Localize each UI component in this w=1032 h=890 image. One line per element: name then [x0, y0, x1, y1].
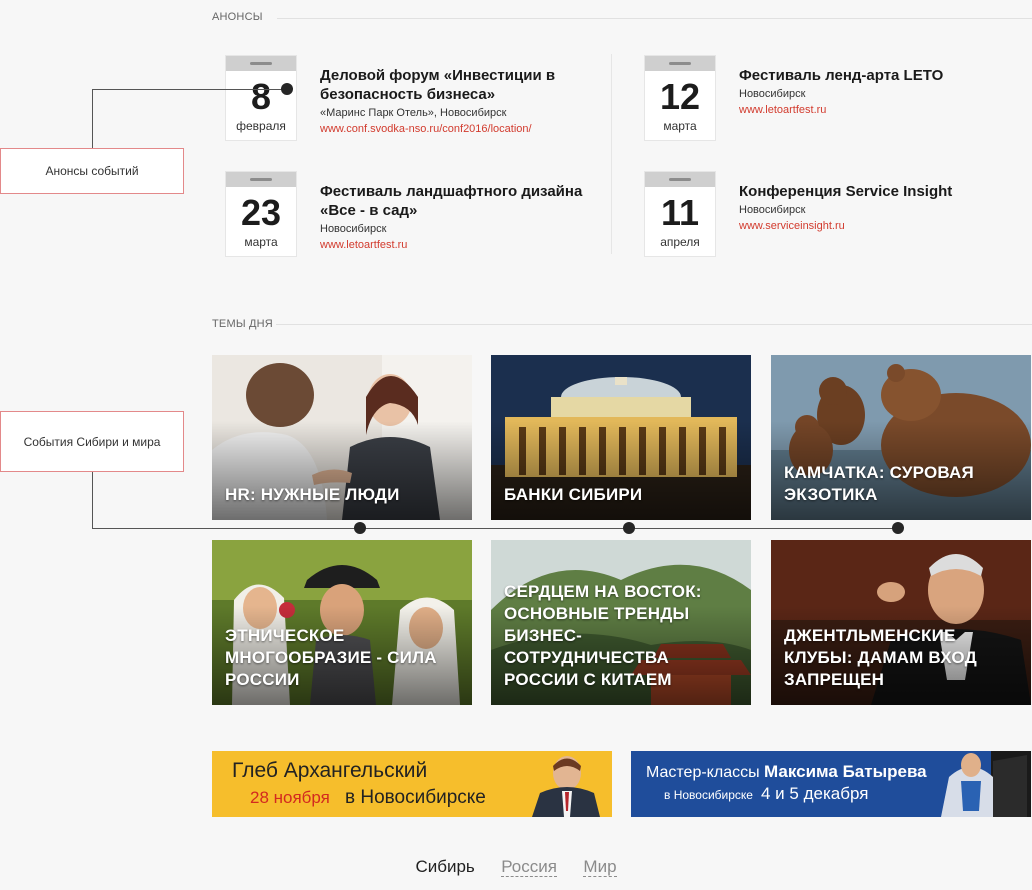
banner-city: в Новосибирске — [664, 788, 753, 802]
event-month: марта — [663, 119, 697, 133]
topic-title: Этническое многообразие - сила России — [225, 626, 437, 689]
event-day: 23 — [240, 192, 282, 233]
banner-date: 4 и 5 декабря — [761, 784, 869, 803]
event-card[interactable]: 11 апреля Конференция Service Insight Но… — [631, 172, 1011, 262]
callout-events: Анонсы событий — [0, 148, 184, 194]
calendar-icon: 23 марта — [226, 172, 296, 256]
event-link[interactable]: www.serviceinsight.ru — [739, 220, 1009, 232]
topic-tile-banks[interactable]: Банки Сибири — [491, 355, 751, 520]
event-place: Новосибирск — [739, 88, 806, 100]
event-place: Новосибирск — [320, 223, 387, 235]
topic-title: Сердцем на восток: основные тренды бизне… — [504, 582, 702, 689]
event-card[interactable]: 12 марта Фестиваль ленд-арта LETO Новоси… — [631, 56, 1011, 146]
calendar-icon: 11 апреля — [645, 172, 715, 256]
event-place: «Маринс Парк Отель», Новосибирск — [320, 107, 507, 119]
event-month: апреля — [660, 235, 700, 249]
topic-tile-kamchatka[interactable]: Камчатка: суровая экзотика — [771, 355, 1031, 520]
topic-title: HR: нужные люди — [225, 485, 400, 504]
topic-title: Камчатка: суровая экзотика — [784, 463, 974, 504]
event-place: Новосибирск — [739, 204, 806, 216]
banner-speaker-name: Максима Батырева — [764, 762, 927, 781]
callout-marker — [623, 522, 635, 534]
event-card[interactable]: 8 февраля Деловой форум «Инвестиции в бе… — [212, 56, 592, 146]
callout-connector — [92, 89, 287, 90]
banner-batyrev[interactable]: Мастер-классы Максима Батырева в Новосиб… — [631, 751, 1031, 817]
topic-tile-clubs[interactable]: Джентльменские клубы: дамам вход запреще… — [771, 540, 1031, 705]
tab-russia[interactable]: Россия — [501, 857, 557, 877]
callout-label: Анонсы событий — [45, 164, 139, 178]
banner-city: в Новосибирске — [345, 787, 486, 808]
event-link[interactable]: www.letoartfest.ru — [739, 104, 1009, 116]
speaker-portrait — [941, 751, 1031, 817]
event-month: марта — [244, 235, 278, 249]
event-link[interactable]: www.letoartfest.ru — [320, 239, 590, 251]
banner-lead: Мастер-классы — [646, 764, 760, 781]
topic-tile-ethnic[interactable]: Этническое многообразие - сила России — [212, 540, 472, 705]
speaker-portrait — [532, 756, 600, 817]
callout-connector — [92, 89, 93, 148]
region-tabs: Сибирь Россия Мир — [0, 857, 1032, 877]
event-link[interactable]: www.conf.svodka-nso.ru/conf2016/location… — [320, 123, 590, 135]
event-day: 12 — [659, 76, 701, 117]
topic-title: Джентльменские клубы: дамам вход запреще… — [784, 626, 977, 689]
topic-title: Банки Сибири — [504, 485, 643, 504]
event-day: 11 — [660, 192, 700, 233]
calendar-icon: 8 февраля — [226, 56, 296, 140]
callout-connector — [92, 528, 898, 529]
event-title[interactable]: Деловой форум «Инвестиции в безопасность… — [320, 66, 590, 104]
topic-tile-china[interactable]: Сердцем на восток: основные тренды бизне… — [491, 540, 751, 705]
tab-siberia[interactable]: Сибирь — [415, 857, 474, 877]
calendar-icon: 12 марта — [645, 56, 715, 140]
callout-label: События Сибири и мира — [23, 434, 161, 449]
callout-topics: События Сибири и мира — [0, 411, 184, 472]
tab-world[interactable]: Мир — [583, 857, 617, 877]
callout-connector — [92, 472, 93, 528]
event-card[interactable]: 23 марта Фестиваль ландшафтного дизайна … — [212, 172, 592, 262]
banner-arkhangelsky[interactable]: Глеб Архангельский 28 ноября в Новосибир… — [212, 751, 612, 817]
callout-marker — [354, 522, 366, 534]
event-title[interactable]: Фестиваль ленд-арта LETO — [739, 66, 1009, 85]
event-month: февраля — [236, 119, 286, 133]
event-title[interactable]: Фестиваль ландшафтного дизайна «Все - в … — [320, 182, 590, 220]
column-divider — [611, 54, 612, 254]
callout-marker — [281, 83, 293, 95]
announcements-heading: АНОНСЫ — [212, 11, 263, 23]
banner-date: 28 ноября — [250, 788, 330, 807]
banner-headline: Мастер-классы Максима Батырева — [646, 762, 927, 782]
event-title[interactable]: Конференция Service Insight — [739, 182, 1009, 201]
topic-tile-hr[interactable]: HR: нужные люди — [212, 355, 472, 520]
banner-speaker-name: Глеб Архангельский — [232, 759, 428, 782]
topics-heading: ТЕМЫ ДНЯ — [212, 318, 273, 330]
callout-marker — [892, 522, 904, 534]
